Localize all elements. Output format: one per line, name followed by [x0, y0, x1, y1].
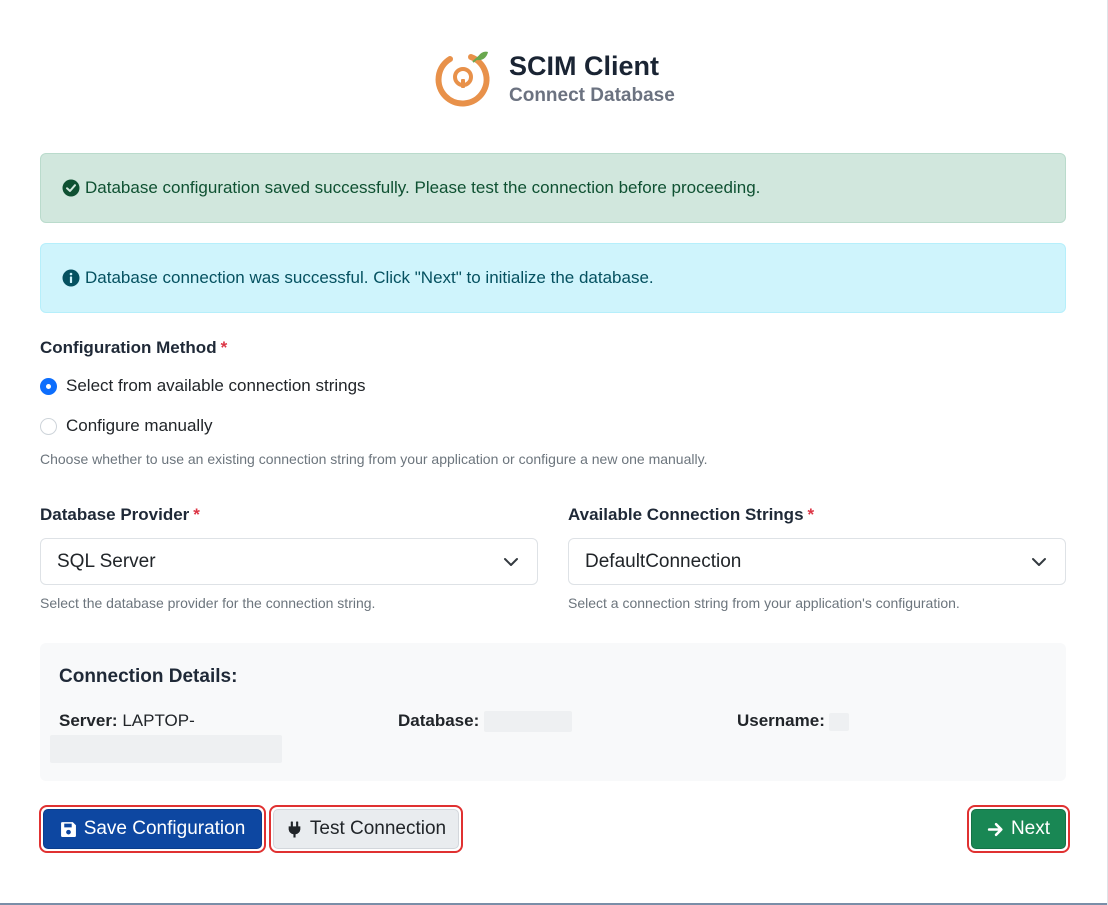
provider-label: Database Provider *	[40, 505, 200, 525]
connection-details-title: Connection Details:	[59, 666, 238, 687]
test-button-label: Test Connection	[309, 818, 447, 839]
provider-selected-value: SQL Server	[57, 550, 156, 572]
save-button-highlight: Save Configuration	[39, 805, 266, 853]
next-button-highlight: Next	[967, 805, 1070, 853]
next-button[interactable]: Next	[971, 809, 1066, 849]
save-configuration-button[interactable]: Save Configuration	[43, 809, 262, 849]
info-circle-icon	[62, 269, 80, 287]
page-header: SCIM Client Connect Database	[433, 48, 675, 110]
required-mark: *	[193, 505, 200, 524]
connection-strings-select[interactable]: DefaultConnection	[568, 538, 1066, 585]
required-mark: *	[220, 338, 228, 357]
arrow-right-icon	[987, 822, 1003, 836]
page-subtitle: Connect Database	[509, 85, 675, 106]
provider-label-text: Database Provider	[40, 505, 190, 524]
database-provider-select[interactable]: SQL Server	[40, 538, 538, 585]
scim-logo-icon	[435, 51, 490, 107]
server-label: Server:	[59, 711, 118, 730]
check-circle-icon	[62, 179, 80, 197]
database-label: Database:	[398, 711, 480, 730]
test-button-highlight: Test Connection	[269, 805, 463, 853]
redacted-server-name	[50, 735, 282, 763]
username-label: Username:	[737, 711, 825, 730]
redacted-username	[829, 713, 849, 731]
config-method-label-text: Configuration Method	[40, 338, 217, 357]
radio-button-checked[interactable]	[40, 377, 57, 395]
connection-strings-label-text: Available Connection Strings	[568, 505, 804, 524]
success-alert-text: Database configuration saved successfull…	[85, 178, 761, 197]
detail-server: Server: LAPTOP-	[59, 711, 195, 731]
required-mark: *	[807, 505, 815, 524]
chevron-down-icon	[504, 558, 518, 566]
floppy-disk-icon	[60, 821, 76, 837]
success-alert: Database configuration saved successfull…	[40, 153, 1066, 223]
radio-select-from-available[interactable]: Select from available connection strings	[40, 376, 366, 396]
config-method-help: Choose whether to use an existing connec…	[40, 451, 708, 467]
app-title: SCIM Client	[509, 51, 660, 81]
connection-strings-help: Select a connection string from your app…	[568, 595, 960, 611]
detail-database: Database:	[398, 711, 479, 731]
radio-label: Select from available connection strings	[66, 376, 366, 395]
redacted-database-name	[484, 711, 572, 732]
info-alert-text: Database connection was successful. Clic…	[85, 268, 654, 287]
detail-username: Username:	[737, 711, 825, 731]
info-alert: Database connection was successful. Clic…	[40, 243, 1066, 313]
connection-strings-label: Available Connection Strings *	[568, 505, 814, 525]
config-method-label: Configuration Method *	[40, 338, 227, 358]
radio-label: Configure manually	[66, 416, 213, 435]
save-button-label: Save Configuration	[83, 818, 246, 839]
connection-string-selected-value: DefaultConnection	[585, 550, 742, 572]
header-text: SCIM Client Connect Database	[509, 50, 675, 108]
next-button-label: Next	[1010, 818, 1051, 839]
chevron-down-icon	[1032, 558, 1046, 566]
test-connection-button[interactable]: Test Connection	[273, 809, 459, 849]
plug-icon	[288, 821, 301, 837]
connect-database-page: SCIM Client Connect Database Database co…	[0, 0, 1108, 905]
connection-details-card: Connection Details: Server: LAPTOP- Data…	[40, 643, 1066, 781]
radio-configure-manually[interactable]: Configure manually	[40, 416, 212, 436]
server-value: LAPTOP-	[122, 711, 195, 730]
radio-button-unchecked[interactable]	[40, 417, 57, 435]
provider-help: Select the database provider for the con…	[40, 595, 376, 611]
